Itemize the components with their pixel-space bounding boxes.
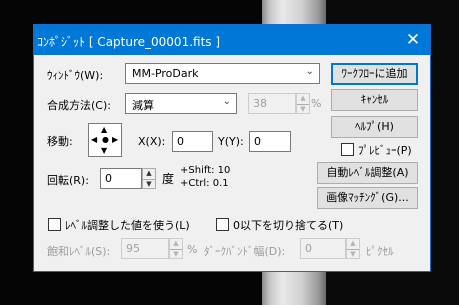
close-button[interactable]: ✕ [402, 29, 424, 51]
y-label: Y(Y): [218, 135, 244, 148]
percent-spinner[interactable]: ▲ ▼ [296, 93, 310, 114]
arrow-right-icon[interactable]: ▶ [112, 136, 118, 144]
spin-down-icon: ▼ [143, 178, 155, 190]
composite-dialog: ｺﾝﾎﾟｼﾞｯﾄ [ Capture_00001.fits ] ✕ ｳｨﾝﾄﾞｳ… [33, 24, 431, 272]
percent-field[interactable]: 38 [248, 93, 296, 114]
title-bar[interactable]: ｺﾝﾎﾟｼﾞｯﾄ [ Capture_00001.fits ] ✕ [34, 25, 430, 55]
add-to-workflow-button[interactable]: ﾜｰｸﾌﾛｰに追加 [331, 63, 418, 85]
ctrl-hint: +Ctrl: 0.1 [180, 178, 229, 189]
saturation-label: 飽和ﾚﾍﾞﾙ(S): [47, 245, 111, 258]
auto-level-button[interactable]: 自動ﾚﾍﾞﾙ調整(A) [317, 162, 418, 184]
percent-unit: % [311, 97, 322, 110]
use-level-adjusted-label[interactable]: ﾚﾍﾞﾙ調整した値を使う(L) [65, 217, 190, 233]
cancel-button[interactable]: ｷｬﾝｾﾙ [331, 89, 418, 111]
spin-up-icon: ▲ [173, 239, 179, 247]
spin-up-icon: ▲ [350, 239, 356, 247]
arrow-down-icon[interactable]: ▼ [101, 147, 107, 155]
center-dot-icon[interactable]: ● [102, 136, 109, 144]
window-label: ｳｨﾝﾄﾞｳ(W): [47, 69, 104, 82]
x-label: X(X): [138, 135, 166, 148]
dark-band-label: ﾀﾞｰｸﾊﾞﾝﾄﾞ幅(D): [204, 245, 286, 258]
arrow-up-icon[interactable]: ▲ [101, 126, 107, 134]
chevron-down-icon: ⌄ [222, 96, 231, 107]
method-select[interactable]: 減算 ⌄ [125, 93, 237, 114]
arrow-left-icon[interactable]: ◀ [91, 136, 97, 144]
rotate-field[interactable]: 0 [100, 168, 142, 189]
chevron-down-icon: ⌄ [305, 66, 314, 77]
window-select-value: MM-ProDark [132, 67, 199, 80]
truncate-below-zero-checkbox[interactable] [216, 218, 229, 231]
method-select-value: 減算 [132, 99, 154, 112]
rotate-spinner[interactable]: ▲ ▼ [142, 168, 156, 189]
direction-pad[interactable]: ▲ ▼ ◀ ▶ ● [88, 123, 122, 157]
x-field[interactable]: 0 [172, 131, 213, 152]
truncate-below-zero-label[interactable]: 0以下を切り捨てる(T) [233, 217, 343, 233]
window-select[interactable]: MM-ProDark ⌄ [125, 63, 320, 84]
use-level-adjusted-checkbox[interactable] [48, 218, 61, 231]
help-button[interactable]: ﾍﾙﾌﾟ(H) [331, 116, 418, 138]
preview-label[interactable]: ﾌﾟﾚﾋﾞｭｰ(P) [358, 142, 412, 158]
dark-band-unit: ﾋﾟｸｾﾙ [366, 245, 394, 258]
saturation-unit: % [187, 243, 198, 256]
spin-up-icon: ▲ [146, 169, 152, 177]
spin-down-icon: ▼ [297, 103, 309, 115]
spin-down-icon: ▼ [347, 248, 359, 260]
spin-down-icon: ▼ [170, 248, 182, 260]
rotate-unit: 度 [162, 172, 175, 186]
preview-checkbox[interactable] [341, 143, 354, 156]
move-label: 移動: [47, 135, 73, 148]
method-label: 合成方法(C): [47, 99, 111, 112]
dark-band-spinner[interactable]: ▲ ▼ [346, 238, 360, 259]
saturation-spinner[interactable]: ▲ ▼ [169, 238, 183, 259]
shift-hint: +Shift: 10 [180, 165, 231, 176]
rotate-label: 回転(R): [47, 174, 89, 187]
dark-band-field[interactable]: 0 [300, 238, 346, 259]
spin-up-icon: ▲ [300, 94, 306, 102]
dialog-title: ｺﾝﾎﾟｼﾞｯﾄ [ Capture_00001.fits ] [37, 35, 221, 49]
saturation-field[interactable]: 95 [121, 238, 169, 259]
y-field[interactable]: 0 [249, 131, 291, 152]
image-matching-button[interactable]: 画像ﾏｯﾁﾝｸﾞ(G)... [317, 187, 418, 209]
close-icon: ✕ [405, 30, 421, 50]
